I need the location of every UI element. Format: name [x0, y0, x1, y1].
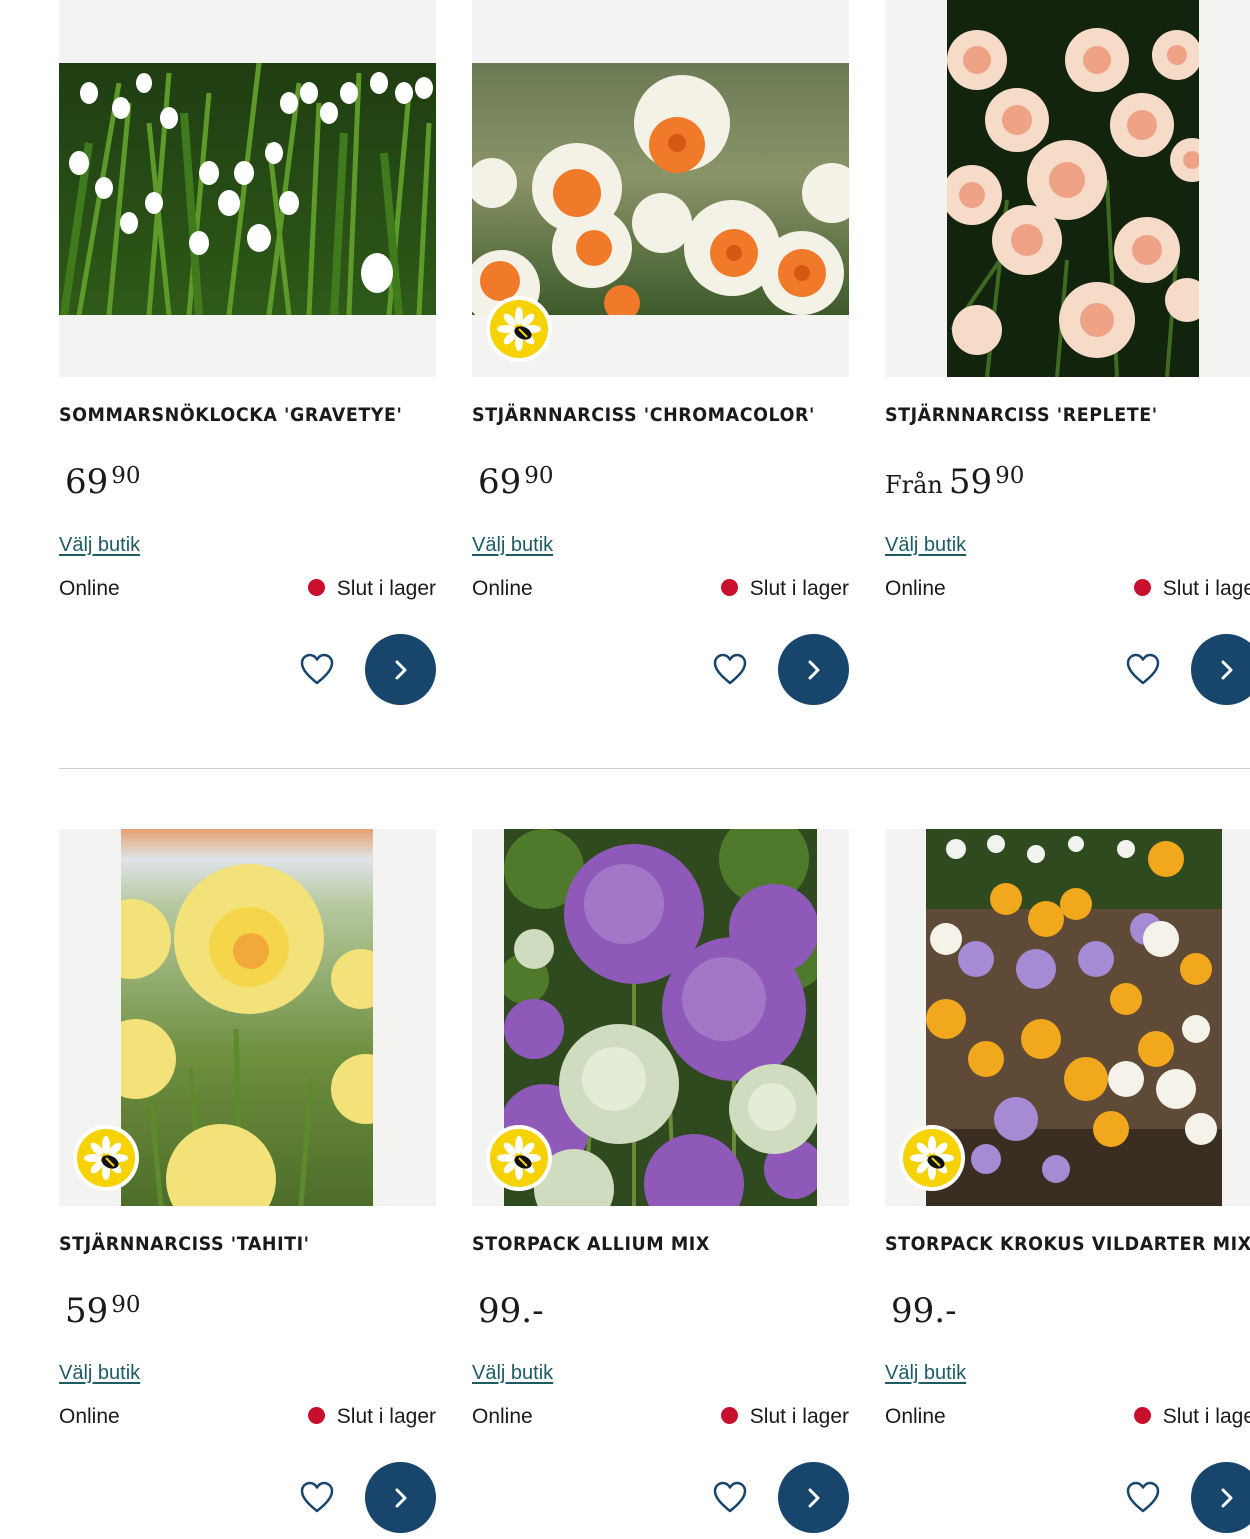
- out-of-stock-dot-icon: [307, 1407, 325, 1424]
- product-title[interactable]: STORPACK KROKUS VILDARTER MIX: [885, 1233, 1250, 1255]
- product-title[interactable]: SOMMARSNÖKLOCKA 'GRAVETYE': [59, 404, 402, 426]
- select-store-link[interactable]: Välj butik: [472, 534, 553, 557]
- product-card: STORPACK ALLIUM MIX 99.- Välj butik Onli…: [472, 829, 849, 1539]
- bee-flower-icon: [486, 1125, 552, 1191]
- stock-status: Slut i lager: [1133, 1405, 1250, 1429]
- heart-outline-icon[interactable]: [299, 652, 335, 686]
- chevron-right-icon: [395, 1488, 406, 1507]
- online-label: Online: [885, 577, 946, 600]
- product-image[interactable]: [59, 829, 436, 1206]
- product-price: Från 59 90: [885, 462, 1025, 502]
- product-price: 59 90: [65, 1291, 141, 1331]
- stock-status: Slut i lager: [720, 577, 849, 601]
- stock-status: Slut i lager: [720, 1405, 849, 1429]
- out-of-stock-dot-icon: [1133, 1407, 1151, 1424]
- product-image[interactable]: [885, 0, 1250, 377]
- out-of-stock-dot-icon: [720, 1407, 738, 1424]
- product-card: SOMMARSNÖKLOCKA 'GRAVETYE' 69 90 Välj but…: [59, 0, 436, 710]
- product-title[interactable]: STJÄRNNARCISS 'CHROMACOLOR': [472, 404, 815, 426]
- chevron-right-icon: [1221, 1488, 1232, 1507]
- select-store-link[interactable]: Välj butik: [472, 1362, 553, 1385]
- out-of-stock-dot-icon: [1133, 579, 1151, 596]
- product-price: 69 90: [478, 462, 554, 502]
- product-image[interactable]: [885, 829, 1250, 1206]
- heart-outline-icon[interactable]: [712, 1480, 748, 1514]
- stock-status: Slut i lager: [1133, 577, 1250, 601]
- view-product-button[interactable]: [1191, 1462, 1250, 1533]
- chevron-right-icon: [1221, 660, 1232, 679]
- product-title[interactable]: STJÄRNNARCISS 'REPLETE': [885, 404, 1158, 426]
- out-of-stock-dot-icon: [307, 579, 325, 596]
- view-product-button[interactable]: [365, 1462, 436, 1533]
- view-product-button[interactable]: [365, 634, 436, 705]
- product-grid: SOMMARSNÖKLOCKA 'GRAVETYE' 69 90 Välj but…: [0, 0, 1250, 1539]
- view-product-button[interactable]: [778, 634, 849, 705]
- chevron-right-icon: [395, 660, 406, 679]
- online-label: Online: [885, 1405, 946, 1428]
- select-store-link[interactable]: Välj butik: [59, 1362, 140, 1385]
- product-card: STJÄRNNARCISS 'REPLETE' Från 59 90 Välj bu…: [885, 0, 1250, 710]
- online-label: Online: [59, 577, 120, 600]
- view-product-button[interactable]: [778, 1462, 849, 1533]
- product-price: 99.-: [891, 1291, 957, 1331]
- product-image[interactable]: [472, 0, 849, 377]
- online-label: Online: [59, 1405, 120, 1428]
- stock-status: Slut i lager: [307, 1405, 436, 1429]
- bee-flower-icon: [899, 1125, 965, 1191]
- select-store-link[interactable]: Välj butik: [885, 1362, 966, 1385]
- chevron-right-icon: [808, 660, 819, 679]
- online-label: Online: [472, 1405, 533, 1428]
- product-price: 99.-: [478, 1291, 544, 1331]
- product-title[interactable]: STJÄRNNARCISS 'TAHITI': [59, 1233, 310, 1255]
- bee-flower-icon: [486, 296, 552, 362]
- product-price: 69 90: [65, 462, 141, 502]
- heart-outline-icon[interactable]: [712, 652, 748, 686]
- product-title[interactable]: STORPACK ALLIUM MIX: [472, 1233, 710, 1255]
- online-label: Online: [472, 577, 533, 600]
- product-card: STJÄRNNARCISS 'CHROMACOLOR' 69 90 Välj bu…: [472, 0, 849, 710]
- select-store-link[interactable]: Välj butik: [885, 534, 966, 557]
- heart-outline-icon[interactable]: [1125, 652, 1161, 686]
- stock-status: Slut i lager: [307, 577, 436, 601]
- product-card: STORPACK KROKUS VILDARTER MIX 99.- Välj …: [885, 829, 1250, 1539]
- chevron-right-icon: [808, 1488, 819, 1507]
- select-store-link[interactable]: Välj butik: [59, 534, 140, 557]
- heart-outline-icon[interactable]: [1125, 1480, 1161, 1514]
- product-card: STJÄRNNARCISS 'TAHITI' 59 90 Välj butik O…: [59, 829, 436, 1539]
- product-image[interactable]: [472, 829, 849, 1206]
- product-image[interactable]: [59, 0, 436, 377]
- row-divider: [59, 768, 1250, 769]
- heart-outline-icon[interactable]: [299, 1480, 335, 1514]
- bee-flower-icon: [73, 1125, 139, 1191]
- out-of-stock-dot-icon: [720, 579, 738, 596]
- view-product-button[interactable]: [1191, 634, 1250, 705]
